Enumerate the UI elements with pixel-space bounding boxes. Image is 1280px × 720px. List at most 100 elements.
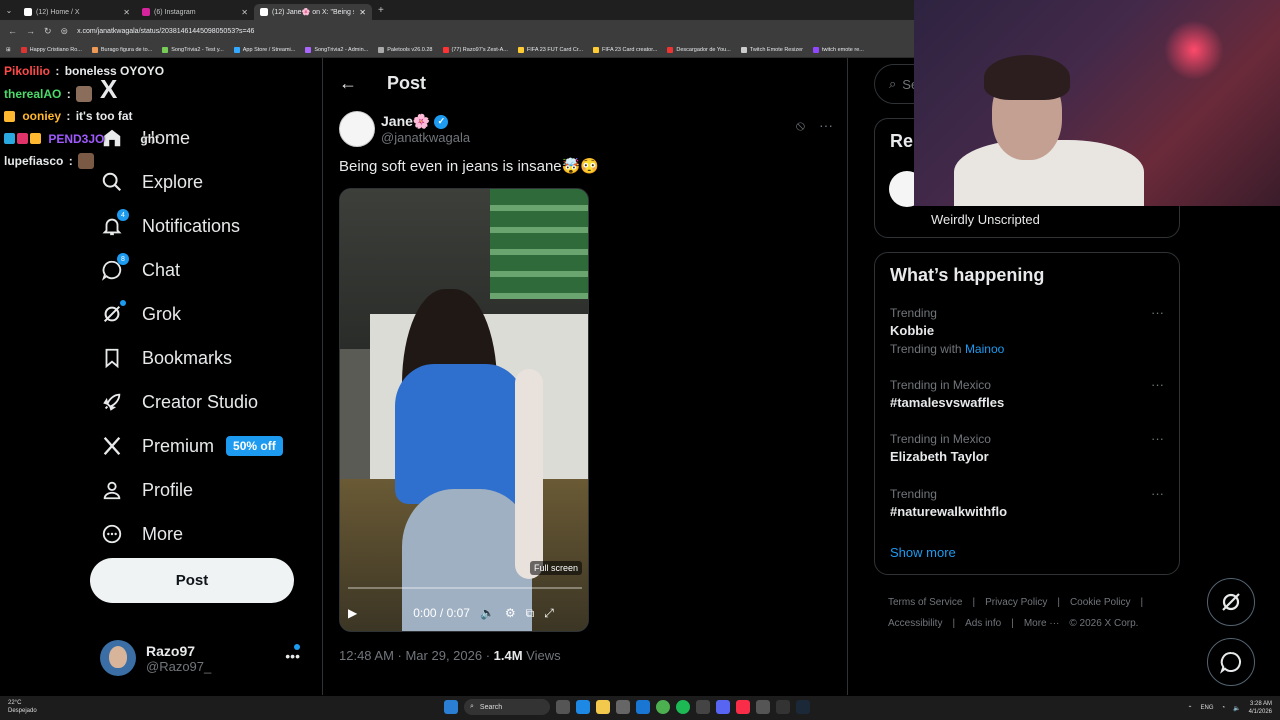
more-horizontal-icon[interactable]: ··· <box>1151 486 1164 501</box>
bookmark[interactable]: SongTrivia2 - Test y... <box>162 46 224 53</box>
grok-fab-button[interactable] <box>1207 578 1255 626</box>
more-horizontal-icon[interactable]: ••• <box>285 648 300 664</box>
nav-profile[interactable]: Profile <box>100 468 283 512</box>
trend-item[interactable]: Trending in Mexico #tamalesvswaffles ··· <box>890 377 1170 412</box>
author-avatar[interactable] <box>339 111 375 147</box>
back-arrow-icon[interactable]: ← <box>339 73 357 94</box>
tray-chevron-icon[interactable]: ⌃ <box>1187 705 1192 712</box>
apps-icon[interactable]: ⊞ <box>6 47 11 53</box>
obs-icon[interactable] <box>776 700 790 714</box>
search-icon <box>100 170 124 194</box>
forward-icon[interactable]: → <box>26 26 35 36</box>
nav-more[interactable]: More <box>100 512 283 556</box>
close-icon[interactable]: ✕ <box>123 8 130 17</box>
trend-item[interactable]: Trending #naturewalkwithflo ··· <box>890 486 1170 521</box>
spotify-icon[interactable] <box>676 700 690 714</box>
cat-emote-icon <box>76 85 93 102</box>
weather-widget[interactable]: 22°C Despejado <box>8 699 37 715</box>
footer-link[interactable]: Cookie Policy <box>1070 597 1131 608</box>
store-icon[interactable] <box>616 700 630 714</box>
fullscreen-icon[interactable]: ⤢ <box>544 606 554 621</box>
show-more-link[interactable]: Show more <box>890 545 956 560</box>
music-icon[interactable] <box>736 700 750 714</box>
bookmark[interactable]: SongTrivia2 - Admin... <box>305 46 368 53</box>
bookmark-favicon-icon <box>378 46 385 53</box>
video-progress-bar[interactable] <box>348 587 582 589</box>
bookmark[interactable]: Burago figura de to... <box>91 46 152 53</box>
app-icon[interactable] <box>696 700 710 714</box>
nav-bookmarks[interactable]: Bookmarks <box>100 336 283 380</box>
bookmark[interactable]: FIFA 23 Card creator... <box>593 46 657 53</box>
trend-item[interactable]: Trending in Mexico Elizabeth Taylor ··· <box>890 431 1170 466</box>
picture-in-picture-icon[interactable]: ⧉ <box>526 606 535 621</box>
clock[interactable]: 3:28 AM 4/1/2026 <box>1249 700 1272 716</box>
grok-icon[interactable]: ⦸ <box>796 117 805 134</box>
language-indicator[interactable]: ENG <box>1201 705 1214 711</box>
volume-icon[interactable]: 🔈 <box>1233 705 1240 712</box>
trend-item[interactable]: Trending Kobbie Trending with Mainoo ··· <box>890 305 1170 358</box>
stream-chat-overlay: Pikolilio : boneless OYOYO therealAO : o… <box>4 60 164 173</box>
close-icon[interactable]: ✕ <box>359 8 366 17</box>
bookmark[interactable]: Descargador de You... <box>667 46 731 53</box>
nav-creator-studio[interactable]: Creator Studio <box>100 380 283 424</box>
x-favicon-icon <box>260 8 268 16</box>
bookmark[interactable]: Twitch Emote Resizer <box>740 46 803 53</box>
back-icon[interactable]: ← <box>8 26 17 36</box>
browser-tab-active[interactable]: (12) Jane🌸 on X: "Being soft ... ✕ <box>254 4 372 20</box>
more-horizontal-icon[interactable]: ··· <box>1151 431 1164 446</box>
trend-topic: Kobbie <box>890 323 935 338</box>
video-player[interactable]: Full screen ▶ 0:00 / 0:07 🔈 ⚙ ⧉ ⤢ <box>339 188 589 632</box>
settings-gear-icon[interactable]: ⚙ <box>505 606 516 620</box>
nav-chat[interactable]: 8 Chat <box>100 248 283 292</box>
bookmark[interactable]: (77) Razo97's Zest-A... <box>442 46 508 53</box>
footer-link[interactable]: Ads info <box>965 618 1001 629</box>
new-tab-icon[interactable]: + <box>378 5 384 16</box>
site-info-icon[interactable]: ⊜ <box>61 26 69 37</box>
nav-grok[interactable]: Grok <box>100 292 283 336</box>
chrome-icon[interactable] <box>656 700 670 714</box>
outlook-icon[interactable] <box>636 700 650 714</box>
wifi-icon[interactable]: ◔ <box>1222 705 1226 711</box>
nav-premium[interactable]: Premium 50% off <box>100 424 283 468</box>
messages-fab-button[interactable] <box>1207 638 1255 686</box>
more-horizontal-icon[interactable]: ··· <box>1151 305 1164 320</box>
tab-title: (12) Jane🌸 on X: "Being soft ... <box>272 9 354 16</box>
account-switcher[interactable]: Razo97 @Razo97_ ••• <box>100 638 310 678</box>
discord-icon[interactable] <box>716 700 730 714</box>
bookmark[interactable]: App Store / Streami... <box>233 46 295 53</box>
edge-icon[interactable] <box>576 700 590 714</box>
steam-icon[interactable] <box>796 700 810 714</box>
tab-search-icon[interactable]: ⌄ <box>0 6 18 15</box>
close-icon[interactable]: ✕ <box>241 8 248 17</box>
task-view-icon[interactable] <box>556 700 570 714</box>
volume-icon[interactable]: 🔈 <box>480 606 495 620</box>
nav-notifications[interactable]: 4 Notifications <box>100 204 283 248</box>
bookmark[interactable]: Happy Cristiano Ro... <box>20 46 82 53</box>
more-horizontal-icon[interactable]: ··· <box>1151 377 1164 392</box>
chat-text: boneless OYOYO <box>64 64 165 78</box>
sub-badge-icon <box>4 110 15 122</box>
file-explorer-icon[interactable] <box>596 700 610 714</box>
windows-start-icon[interactable] <box>444 700 458 714</box>
footer-link[interactable]: Accessibility <box>888 618 942 629</box>
bookmark-favicon-icon <box>812 46 819 53</box>
trend-related-link[interactable]: Mainoo <box>965 342 1004 356</box>
play-icon[interactable]: ▶ <box>348 606 357 620</box>
footer-link[interactable]: More ··· <box>1024 618 1060 629</box>
bookmark[interactable]: Paletools v26.0.28 <box>378 46 433 53</box>
chat-username: Pikolilio <box>4 64 51 78</box>
url-field[interactable]: x.com/janatkwagala/status/20381461445098… <box>77 28 254 35</box>
author-name[interactable]: Jane🌸 <box>381 113 430 130</box>
footer-link[interactable]: Terms of Service <box>888 597 962 608</box>
more-horizontal-icon[interactable]: ··· <box>819 117 833 134</box>
app-icon[interactable] <box>756 700 770 714</box>
post-button[interactable]: Post <box>90 558 294 603</box>
reload-icon[interactable]: ↻ <box>44 26 52 37</box>
taskbar-search[interactable]: ⌕ Search <box>464 699 550 715</box>
browser-tab[interactable]: (12) Home / X ✕ <box>18 4 136 20</box>
browser-tab[interactable]: (6) Instagram ✕ <box>136 4 254 20</box>
bookmark[interactable]: twitch emote re... <box>812 46 864 53</box>
bookmark[interactable]: FIFA 23 FUT Card Cr... <box>517 46 583 53</box>
footer-link[interactable]: Privacy Policy <box>985 597 1047 608</box>
author-handle[interactable]: @janatkwagala <box>381 130 470 145</box>
